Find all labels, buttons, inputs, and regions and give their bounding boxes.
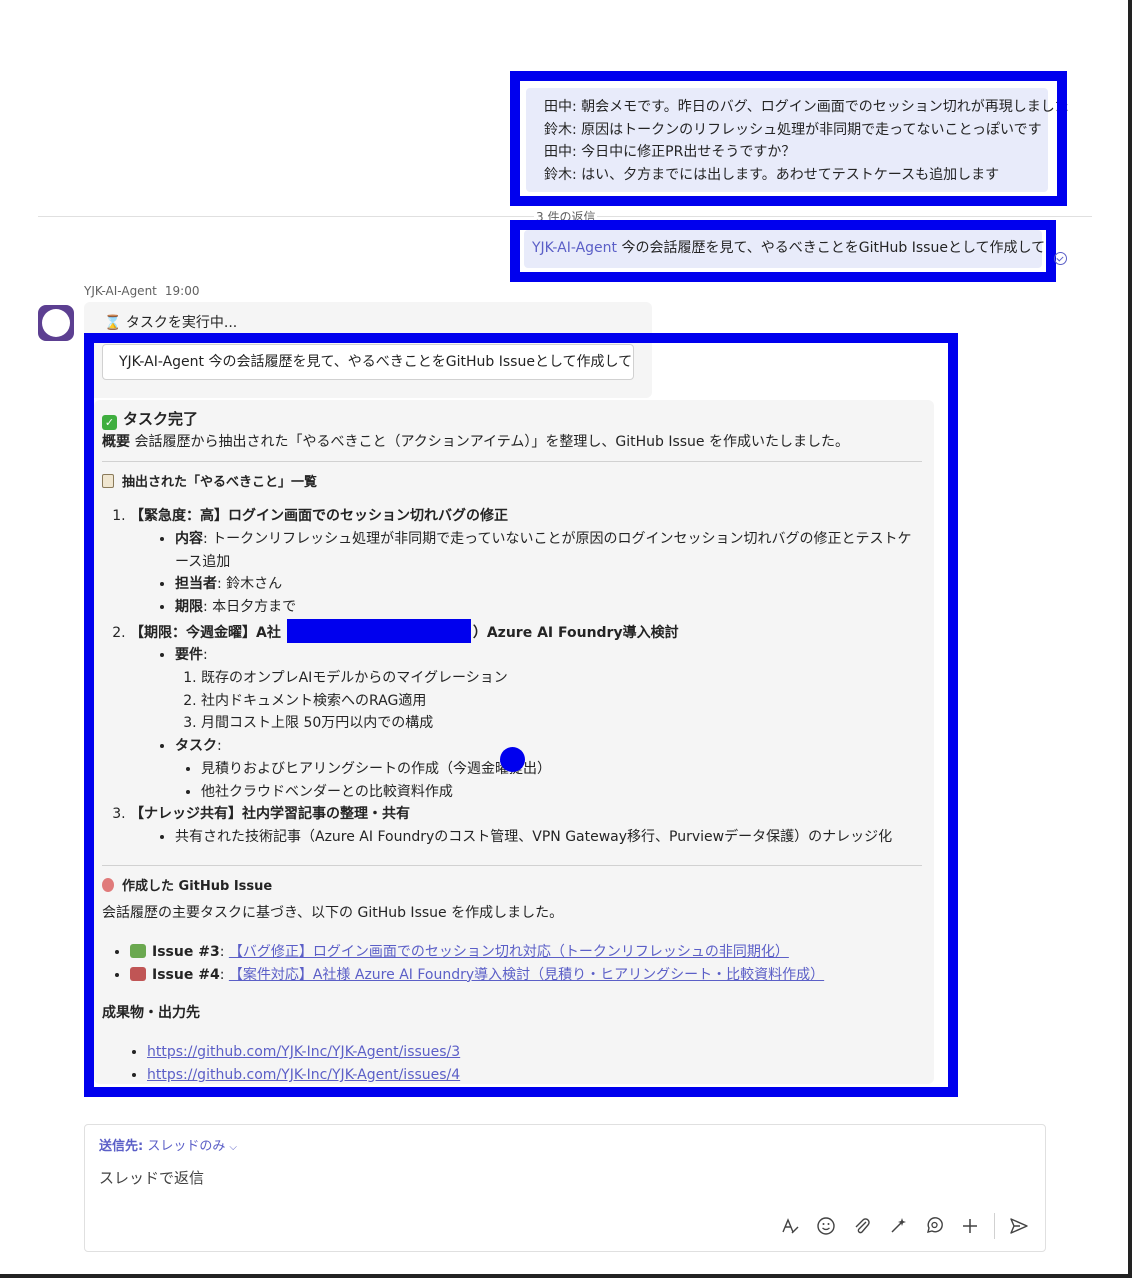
highlight-box-agent-response [84, 333, 958, 1097]
window-border-bottom [0, 1274, 1132, 1278]
click-marker-dot [500, 747, 525, 772]
highlight-box-user-message [510, 71, 1067, 206]
send-to-selector[interactable]: 送信先: スレッドのみ ⌵ [99, 1135, 237, 1154]
plus-icon[interactable] [958, 1214, 982, 1238]
emoji-icon[interactable] [814, 1214, 838, 1238]
reply-input[interactable]: スレッドで返信 [99, 1167, 204, 1188]
compose-toolbar [766, 1213, 1031, 1239]
read-receipt-icon [1054, 252, 1067, 265]
reply-compose-box[interactable]: 送信先: スレッドのみ ⌵ スレッドで返信 [84, 1124, 1046, 1252]
chevron-down-icon: ⌵ [229, 1142, 237, 1153]
agent-name: YJK-AI-Agent [84, 284, 157, 298]
toolbar-divider [994, 1213, 995, 1239]
running-status: ⌛ タスクを実行中... [104, 315, 238, 331]
agent-sender-line: YJK-AI-Agent 19:00 [84, 284, 199, 298]
copilot-icon[interactable] [886, 1214, 910, 1238]
window-border-right [1128, 0, 1132, 1278]
highlight-box-reply [510, 220, 1056, 282]
message-time: 19:00 [164, 284, 200, 298]
loop-icon[interactable] [922, 1214, 946, 1238]
format-icon[interactable] [778, 1214, 802, 1238]
attach-icon[interactable] [850, 1214, 874, 1238]
send-icon[interactable] [1007, 1214, 1031, 1238]
agent-avatar[interactable] [38, 305, 74, 341]
